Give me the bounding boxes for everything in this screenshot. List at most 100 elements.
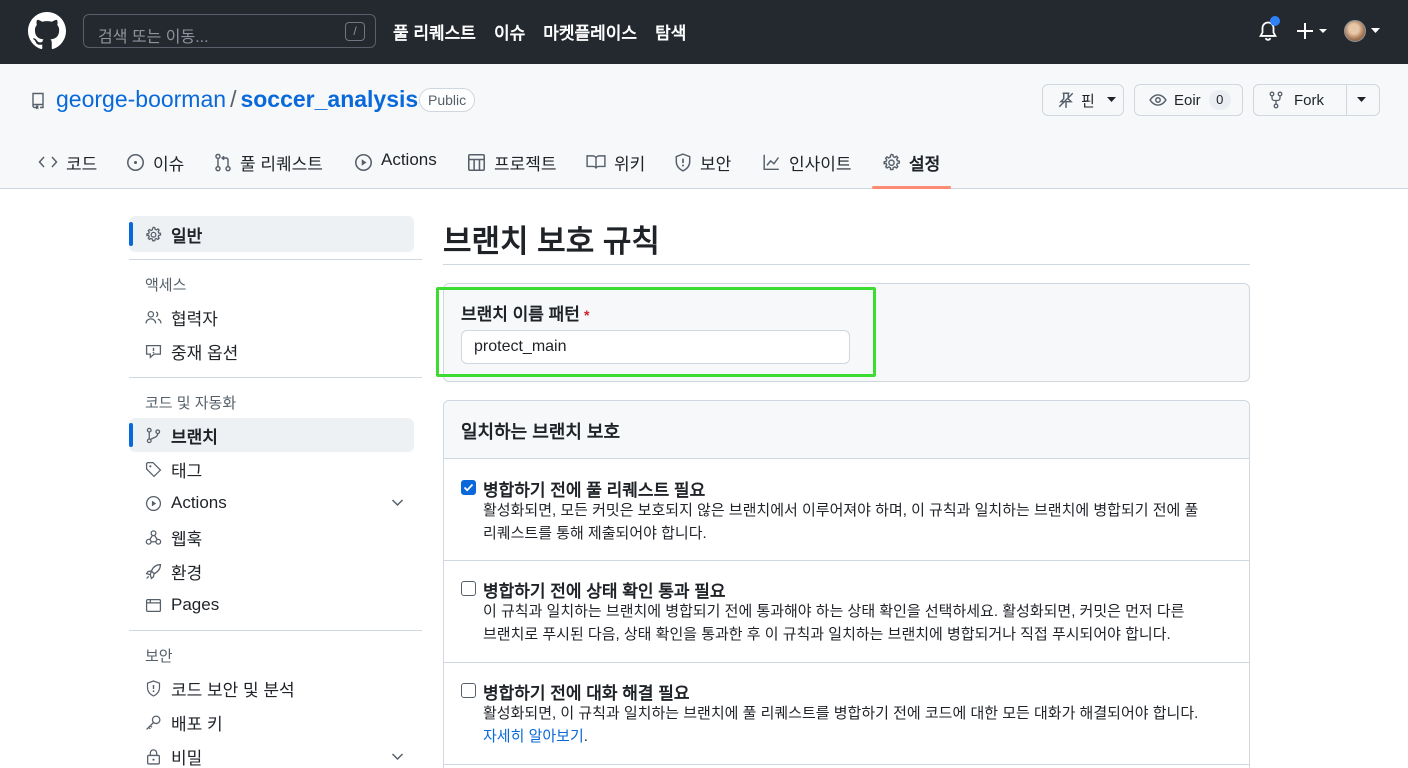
sidebar-item-collaborators[interactable]: 협력자 [145,304,218,330]
caret-down-icon [1371,28,1380,33]
avatar [1344,20,1366,42]
rule-checkbox-checked[interactable] [461,480,476,495]
sidebar-item-label: 웹훅 [171,529,203,549]
sidebar-item-label: 코드 보안 및 분석 [171,680,295,700]
pin-button[interactable]: 핀 [1042,84,1124,116]
rule-description-line: 이 규칙과 일치하는 브랜치에 병합되기 전에 통과해야 하는 상태 확인을 선… [483,603,1185,620]
webhook-icon [145,529,162,545]
branch-pattern-label: 브랜치 이름 패턴 * [461,300,589,325]
watch-button[interactable]: Eoir 0 [1134,84,1243,116]
rule-checkbox[interactable] [461,581,476,596]
chevron-down-icon[interactable] [391,752,404,761]
rule-description: 이 규칙과 일치하는 브랜치에 병합되기 전에 통과해야 하는 상태 확인을 선… [483,600,1223,646]
tab-actions-label: Actions [381,150,437,169]
sidebar-divider [129,259,422,260]
section-header: 일치하는 브랜치 보호 [444,401,1249,459]
tab-security-label: 보안 [700,155,732,174]
caret-down-icon[interactable] [1357,97,1366,103]
shield-icon [146,679,161,697]
sidebar-item-branches[interactable]: 브랜치 [145,422,218,448]
key-icon [146,714,161,730]
sidebar-item-code-security[interactable]: 코드 보안 및 분석 [145,675,295,701]
repo-icon [32,92,44,110]
notification-dot [1270,16,1280,26]
sidebar-item-environments[interactable]: 환경 [145,558,202,584]
fork-label: Fork [1294,91,1324,109]
eye-icon [1149,94,1167,106]
sidebar-item-general[interactable]: 일반 [145,221,202,247]
breadcrumb-separator: / [230,86,237,112]
rule-divider [444,560,1249,561]
sidebar-item-moderation[interactable]: 중재 옵션 [145,338,238,364]
sidebar-item-label: 브랜치 [171,427,218,447]
watch-label: Eoir [1174,91,1201,109]
repo-tabs: 코드 이슈 풀 리퀘스트 Actions 프로젝트 위키 보안 인사이트 설정 [0,144,1408,189]
graph-icon [763,154,780,171]
sidebar-item-secrets[interactable]: 비밀 [145,743,202,768]
tab-insights-label: 인사이트 [789,155,852,174]
nav-marketplace[interactable]: 마켓플레이스 [543,19,637,44]
rule-checkbox[interactable] [461,683,476,698]
repo-name-link[interactable]: soccer_analysis [240,86,418,112]
nav-issues[interactable]: 이슈 [494,19,525,44]
sidebar-heading-security: 보안 [145,648,173,665]
rocket-icon [145,563,162,579]
sidebar-item-label: 중재 옵션 [171,343,239,363]
tab-projects[interactable]: 프로젝트 [467,150,557,188]
rule-title: 병합하기 전에 상태 확인 통과 필요 [483,582,726,601]
rule-description: 활성화되면, 이 규칙과 일치하는 브랜치에 풀 리퀘스트를 병합하기 전에 코… [483,702,1223,748]
tab-projects-label: 프로젝트 [494,155,557,174]
learn-more-link[interactable]: 자세히 알아보기 [483,728,584,745]
fork-button[interactable]: Fork [1253,84,1380,116]
book-icon [586,155,606,169]
check-icon [463,483,474,492]
chevron-down-icon[interactable] [391,498,404,507]
lock-icon [147,748,160,765]
nav-pull-requests[interactable]: 풀 리퀘스트 [393,19,476,44]
rule-description-line: 활성화되면, 모든 커밋은 보호되지 않은 브랜치에서 이루어져야 하며, 이 … [483,502,1199,519]
sidebar-divider [129,377,422,378]
sidebar-item-pages[interactable]: Pages [145,592,219,618]
rule-title: 병합하기 전에 대화 해결 필요 [483,684,690,703]
title-divider [443,264,1250,265]
fork-icon [1269,91,1283,109]
global-header: 검색 또는 이동... / 풀 리퀘스트 이슈 마켓플레이스 탐색 [0,0,1408,64]
sidebar-item-tags[interactable]: 태그 [145,456,202,482]
rule-description-line: 활성화되면, 이 규칙과 일치하는 브랜치에 풀 리퀘스트를 병합하기 전에 코… [483,705,1199,722]
rule-description: 활성화되면, 모든 커밋은 보호되지 않은 브랜치에서 이루어져야 하며, 이 … [483,499,1223,545]
sidebar-item-label: 환경 [171,563,203,583]
tab-code[interactable]: 코드 [38,150,97,188]
sidebar-item-label: Actions [171,493,227,512]
tab-issues[interactable]: 이슈 [126,150,184,188]
search-input[interactable]: 검색 또는 이동... / [83,14,376,48]
user-menu[interactable] [1344,20,1382,44]
protect-matching-branches-box: 일치하는 브랜치 보호 병합하기 전에 풀 리퀘스트 필요 활성화되면, 모든 … [443,400,1250,768]
sidebar-item-webhooks[interactable]: 웹훅 [145,524,202,550]
create-new-button[interactable] [1296,17,1330,45]
tab-insights[interactable]: 인사이트 [762,150,852,188]
tab-pull-requests[interactable]: 풀 리퀘스트 [214,150,323,188]
tab-pull-requests-label: 풀 리퀘스트 [240,155,323,174]
sidebar-item-label: 협력자 [171,309,218,329]
sidebar-item-label: 배포 키 [171,714,223,734]
tab-settings-label: 설정 [909,155,941,174]
sidebar-divider [129,630,422,631]
people-icon [145,310,162,323]
repo-owner-link[interactable]: george-boorman [56,86,226,112]
section-title: 일치하는 브랜치 보호 [461,422,621,442]
tab-actions[interactable]: Actions [354,150,437,188]
branch-pattern-input[interactable] [461,330,850,364]
caret-down-icon [1106,97,1116,102]
repo-breadcrumb: george-boorman / soccer_analysis [56,86,418,113]
plus-icon [1297,23,1327,39]
tab-settings[interactable]: 설정 [882,150,940,188]
sidebar-item-deploy-keys[interactable]: 배포 키 [145,709,223,735]
rule-description-line: 리퀘스트를 통해 제출되어야 합니다. [483,525,707,542]
visibility-badge: Public [419,88,476,112]
tab-wiki[interactable]: 위키 [586,150,645,188]
nav-explore[interactable]: 탐색 [655,19,686,44]
sidebar-item-actions[interactable]: Actions [145,490,227,516]
github-logo-icon[interactable] [28,12,66,50]
tab-security[interactable]: 보안 [674,150,731,188]
page-title: 브랜치 보호 규칙 [443,224,660,259]
